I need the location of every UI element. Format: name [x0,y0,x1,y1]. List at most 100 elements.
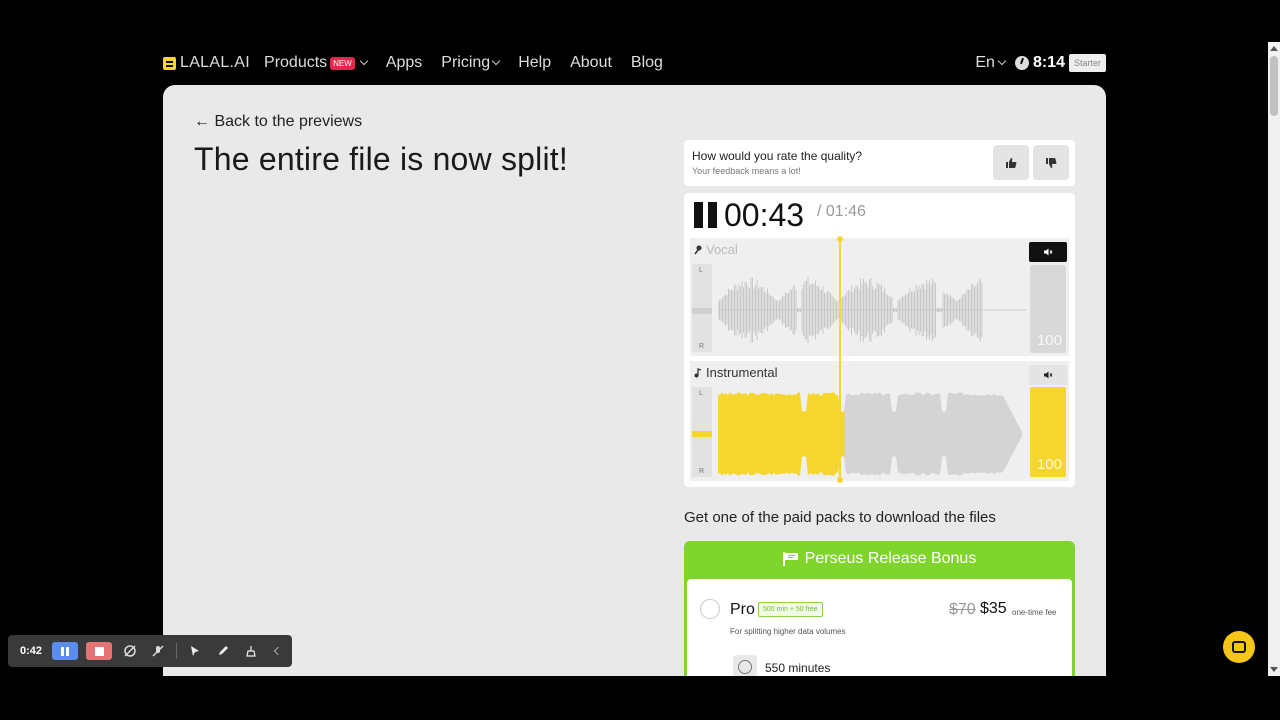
language-selector[interactable]: En [975,54,1007,72]
nav-pricing[interactable]: Pricing [441,54,501,72]
right-channel-label: R [699,343,705,350]
nav-blog[interactable]: Blog [631,54,663,72]
scrollbar[interactable] [1268,42,1280,676]
nav-apps[interactable]: Apps [386,54,422,72]
feedback-subtitle: Your feedback means a lot! [692,166,801,176]
recording-time: 0:42 [20,645,43,657]
microphone-icon [694,245,702,254]
thumbs-down-button[interactable] [1033,145,1069,180]
camera-off-button[interactable] [120,641,140,661]
volume-value: 100 [1036,456,1062,473]
scroll-up-arrow[interactable] [1270,46,1278,51]
bonus-title: Perseus Release Bonus [684,550,1075,568]
microphone-off-icon [152,645,164,657]
broom-icon [246,646,256,657]
pause-icon-bar [708,202,717,228]
pan-indicator [692,308,712,314]
total-time: / 01:46 [817,203,866,220]
language-label: En [975,54,995,71]
screen-recorder-toolbar: 0:42 [8,635,292,667]
pan-indicator [692,431,712,437]
pan-control[interactable]: L R [692,387,712,477]
thumbs-down-icon [1046,157,1057,168]
collapse-toolbar-icon[interactable] [273,646,283,656]
recording-pause-button[interactable] [52,642,78,660]
volume-value: 100 [1036,332,1062,349]
plan-tag: 500 min + 50 free [758,602,823,617]
mic-off-button[interactable] [148,641,168,661]
minutes-left[interactable]: 8:14 Starter [1014,54,1106,72]
top-nav: LALAL.AI Products NEW Apps Pricing Help … [163,42,1106,84]
plan-badge: Starter [1068,54,1106,72]
nav-right: En 8:14 Starter [975,54,1106,72]
chevron-down-icon [359,56,369,66]
volume-slider[interactable]: 100 [1030,387,1066,477]
left-channel-label: L [699,267,703,274]
nav-help[interactable]: Help [518,54,551,72]
pause-button[interactable] [694,202,718,228]
camera-off-icon [124,645,136,657]
logo[interactable]: LALAL.AI [163,54,250,72]
left-channel-label: L [699,390,703,397]
toolbar-divider [176,643,177,659]
track-vocal: Vocal L R 100 [690,238,1069,356]
pause-icon-bar [61,646,64,656]
volume-slider[interactable]: 100 [1030,265,1066,353]
chevron-down-icon [997,56,1007,66]
pan-control[interactable]: L R [692,264,712,352]
logo-icon [163,56,176,70]
chevron-down-icon [491,56,501,66]
scrollbar-thumb[interactable] [1270,56,1278,116]
recording-stop-button[interactable] [86,642,112,660]
cursor-icon [191,646,199,656]
bonus-title-text: Perseus Release Bonus [804,550,977,567]
chat-support-button[interactable] [1223,631,1255,663]
plan-name: Pro [730,601,755,618]
audio-player: 00:43 / 01:46 Vocal L R 100 Instrumental… [684,193,1075,487]
feedback-question: How would you rate the quality? [692,149,863,163]
right-channel-label: R [699,468,705,475]
nav-products-label: Products [264,54,328,71]
thumbs-up-button[interactable] [993,145,1029,180]
chat-icon [1232,641,1246,653]
clear-drawing-button[interactable] [241,641,261,661]
current-time: 00:43 [724,197,805,233]
stop-icon [94,646,104,656]
bonus-pack-panel: Perseus Release Bonus Pro 500 min + 50 f… [684,541,1075,676]
feedback-panel: How would you rate the quality? Your fee… [684,140,1075,186]
pause-icon-bar [694,202,703,228]
nav-products[interactable]: Products NEW [264,54,369,72]
back-to-previews-link[interactable]: ← Back to the previews [194,113,362,131]
page-title: The entire file is now split! [194,141,568,177]
mute-button[interactable] [1029,365,1067,385]
thumbs-up-icon [1006,157,1017,168]
clock-icon [1014,56,1029,70]
track-label: Instrumental [694,365,778,380]
vocal-waveform[interactable] [718,268,1026,352]
browser-viewport: LALAL.AI Products NEW Apps Pricing Help … [0,42,1268,676]
pen-tool-button[interactable] [213,641,233,661]
plan-option-pro[interactable]: Pro 500 min + 50 free For splitting high… [687,579,1072,676]
minutes-left-value: 8:14 [1032,54,1065,71]
plan-description: For splitting higher data volumes [730,627,846,636]
clock-icon [733,655,757,676]
price: $35 [980,600,1007,617]
waveform-shape [718,392,1022,476]
nav-pricing-label: Pricing [441,54,491,71]
instrumental-waveform[interactable] [718,389,1026,479]
speaker-muted-icon [1044,248,1053,256]
fee-note: one-time fee [1012,608,1057,617]
new-badge: NEW [330,56,355,70]
flag-icon [782,552,798,566]
plan-radio[interactable] [700,599,720,619]
old-price: $70 [949,601,976,618]
track-name: Instrumental [706,365,778,380]
track-name: Vocal [706,242,738,257]
playhead[interactable] [837,236,843,483]
pointer-tool-button[interactable] [185,641,205,661]
nav-about[interactable]: About [570,54,612,72]
scroll-down-arrow[interactable] [1270,667,1278,672]
music-note-icon [694,367,702,377]
mute-button[interactable] [1029,242,1067,262]
track-instrumental: Instrumental L R 100 [690,361,1069,481]
